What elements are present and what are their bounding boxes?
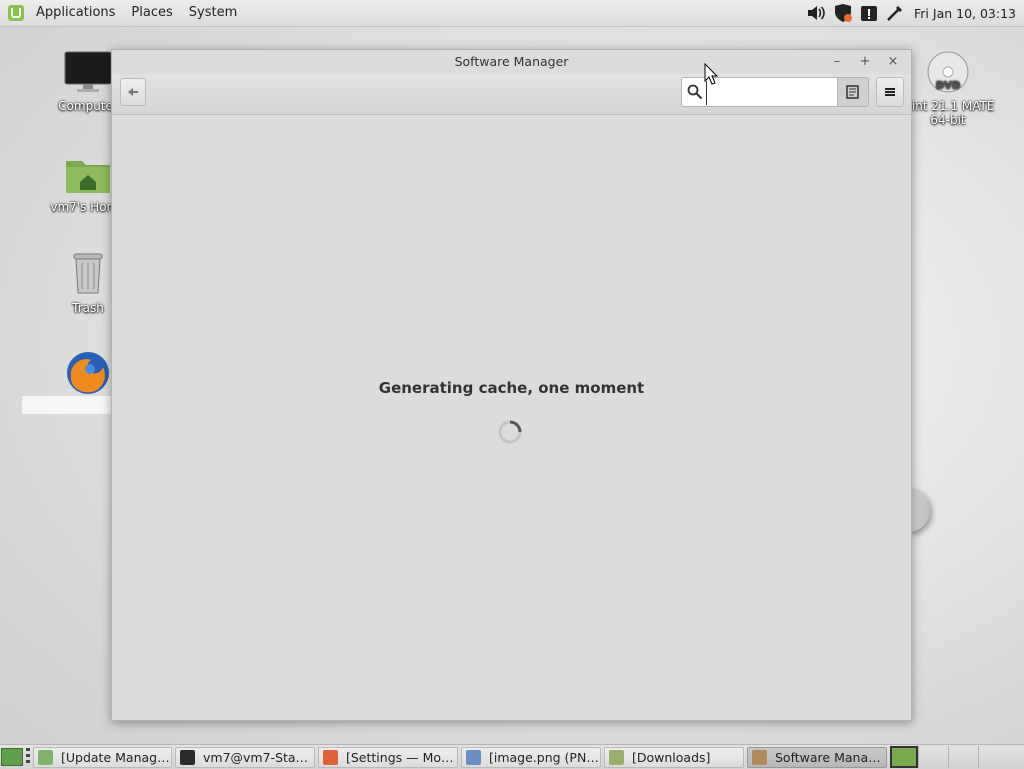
hamburger-menu-icon <box>885 88 895 96</box>
mouse-cursor-icon <box>704 63 718 85</box>
mint-menu-icon[interactable] <box>8 5 24 21</box>
maximize-button[interactable]: + <box>855 52 875 72</box>
software-manager-window: Software Manager – + × Generating cache,… <box>111 49 912 721</box>
workspace-1[interactable] <box>890 746 918 768</box>
taskbar: [Update Manag… vm7@vm7-Sta… [Settings — … <box>0 744 1024 769</box>
taskbar-grip[interactable] <box>26 748 30 766</box>
task-label: Software Mana… <box>775 749 881 765</box>
task-software-manager[interactable]: Software Mana… <box>747 746 887 768</box>
software-manager-icon <box>752 749 767 765</box>
monitor-icon <box>64 51 112 92</box>
settings-icon <box>323 749 338 765</box>
search-icon <box>687 84 703 100</box>
dvd-icon: DVD <box>927 51 969 93</box>
back-button[interactable] <box>120 78 146 106</box>
show-desktop-button[interactable] <box>1 748 23 766</box>
search-input[interactable] <box>706 81 840 105</box>
home-folder-icon <box>66 161 110 193</box>
update-alert-icon[interactable] <box>858 2 880 24</box>
main-menu-button[interactable] <box>876 77 904 107</box>
clock[interactable]: Fri Jan 10, 03:13 <box>908 6 1024 21</box>
task-settings[interactable]: [Settings — Mo… <box>318 746 458 768</box>
spinner-icon <box>498 420 522 444</box>
search-in-descriptions-toggle[interactable] <box>837 78 868 106</box>
document-search-icon <box>846 85 859 99</box>
desktop-icon-rename-field[interactable] <box>22 396 114 414</box>
update-manager-icon <box>38 749 53 765</box>
window-title: Software Manager <box>454 54 569 69</box>
desktop-icon-dvd[interactable]: DVD Mint 21.1 MATE 64-bit <box>898 50 998 127</box>
volume-icon[interactable] <box>806 2 828 24</box>
top-panel: Applications Places System Fri Jan 10, 0… <box>0 0 1024 27</box>
workspace-4[interactable] <box>978 746 1008 768</box>
task-label: vm7@vm7-Sta… <box>203 749 309 765</box>
task-label: [Update Manag… <box>61 749 170 765</box>
task-update-manager[interactable]: [Update Manag… <box>33 746 172 768</box>
toolbar <box>112 74 911 115</box>
content-area: Generating cache, one moment <box>112 115 911 720</box>
back-arrow-icon <box>128 88 138 96</box>
menu-system[interactable]: System <box>181 0 245 26</box>
menu-places[interactable]: Places <box>123 0 180 26</box>
window-titlebar[interactable]: Software Manager <box>112 50 911 74</box>
network-icon[interactable] <box>884 2 906 24</box>
task-image-viewer[interactable]: [image.png (PN… <box>461 746 601 768</box>
image-viewer-icon <box>466 749 481 765</box>
desktop-icon-label: Mint 21.1 MATE 64-bit <box>901 99 995 127</box>
task-label: [image.png (PN… <box>489 749 599 765</box>
folder-icon <box>609 749 624 765</box>
task-label: [Downloads] <box>632 749 711 765</box>
close-button[interactable]: × <box>883 52 903 72</box>
loading-message: Generating cache, one moment <box>378 379 645 397</box>
trash-icon <box>73 253 103 294</box>
system-tray: Fri Jan 10, 03:13 <box>804 0 1024 26</box>
firefox-icon <box>67 352 109 394</box>
task-downloads[interactable]: [Downloads] <box>604 746 744 768</box>
workspace-3[interactable] <box>948 746 978 768</box>
terminal-icon <box>180 749 195 765</box>
shield-icon[interactable] <box>832 2 854 24</box>
menu-applications[interactable]: Applications <box>28 0 123 26</box>
svg-text:DVD: DVD <box>936 80 960 91</box>
task-label: [Settings — Mo… <box>346 749 454 765</box>
task-terminal[interactable]: vm7@vm7-Sta… <box>175 746 315 768</box>
workspace-2[interactable] <box>918 746 948 768</box>
minimize-button[interactable]: – <box>827 52 847 72</box>
